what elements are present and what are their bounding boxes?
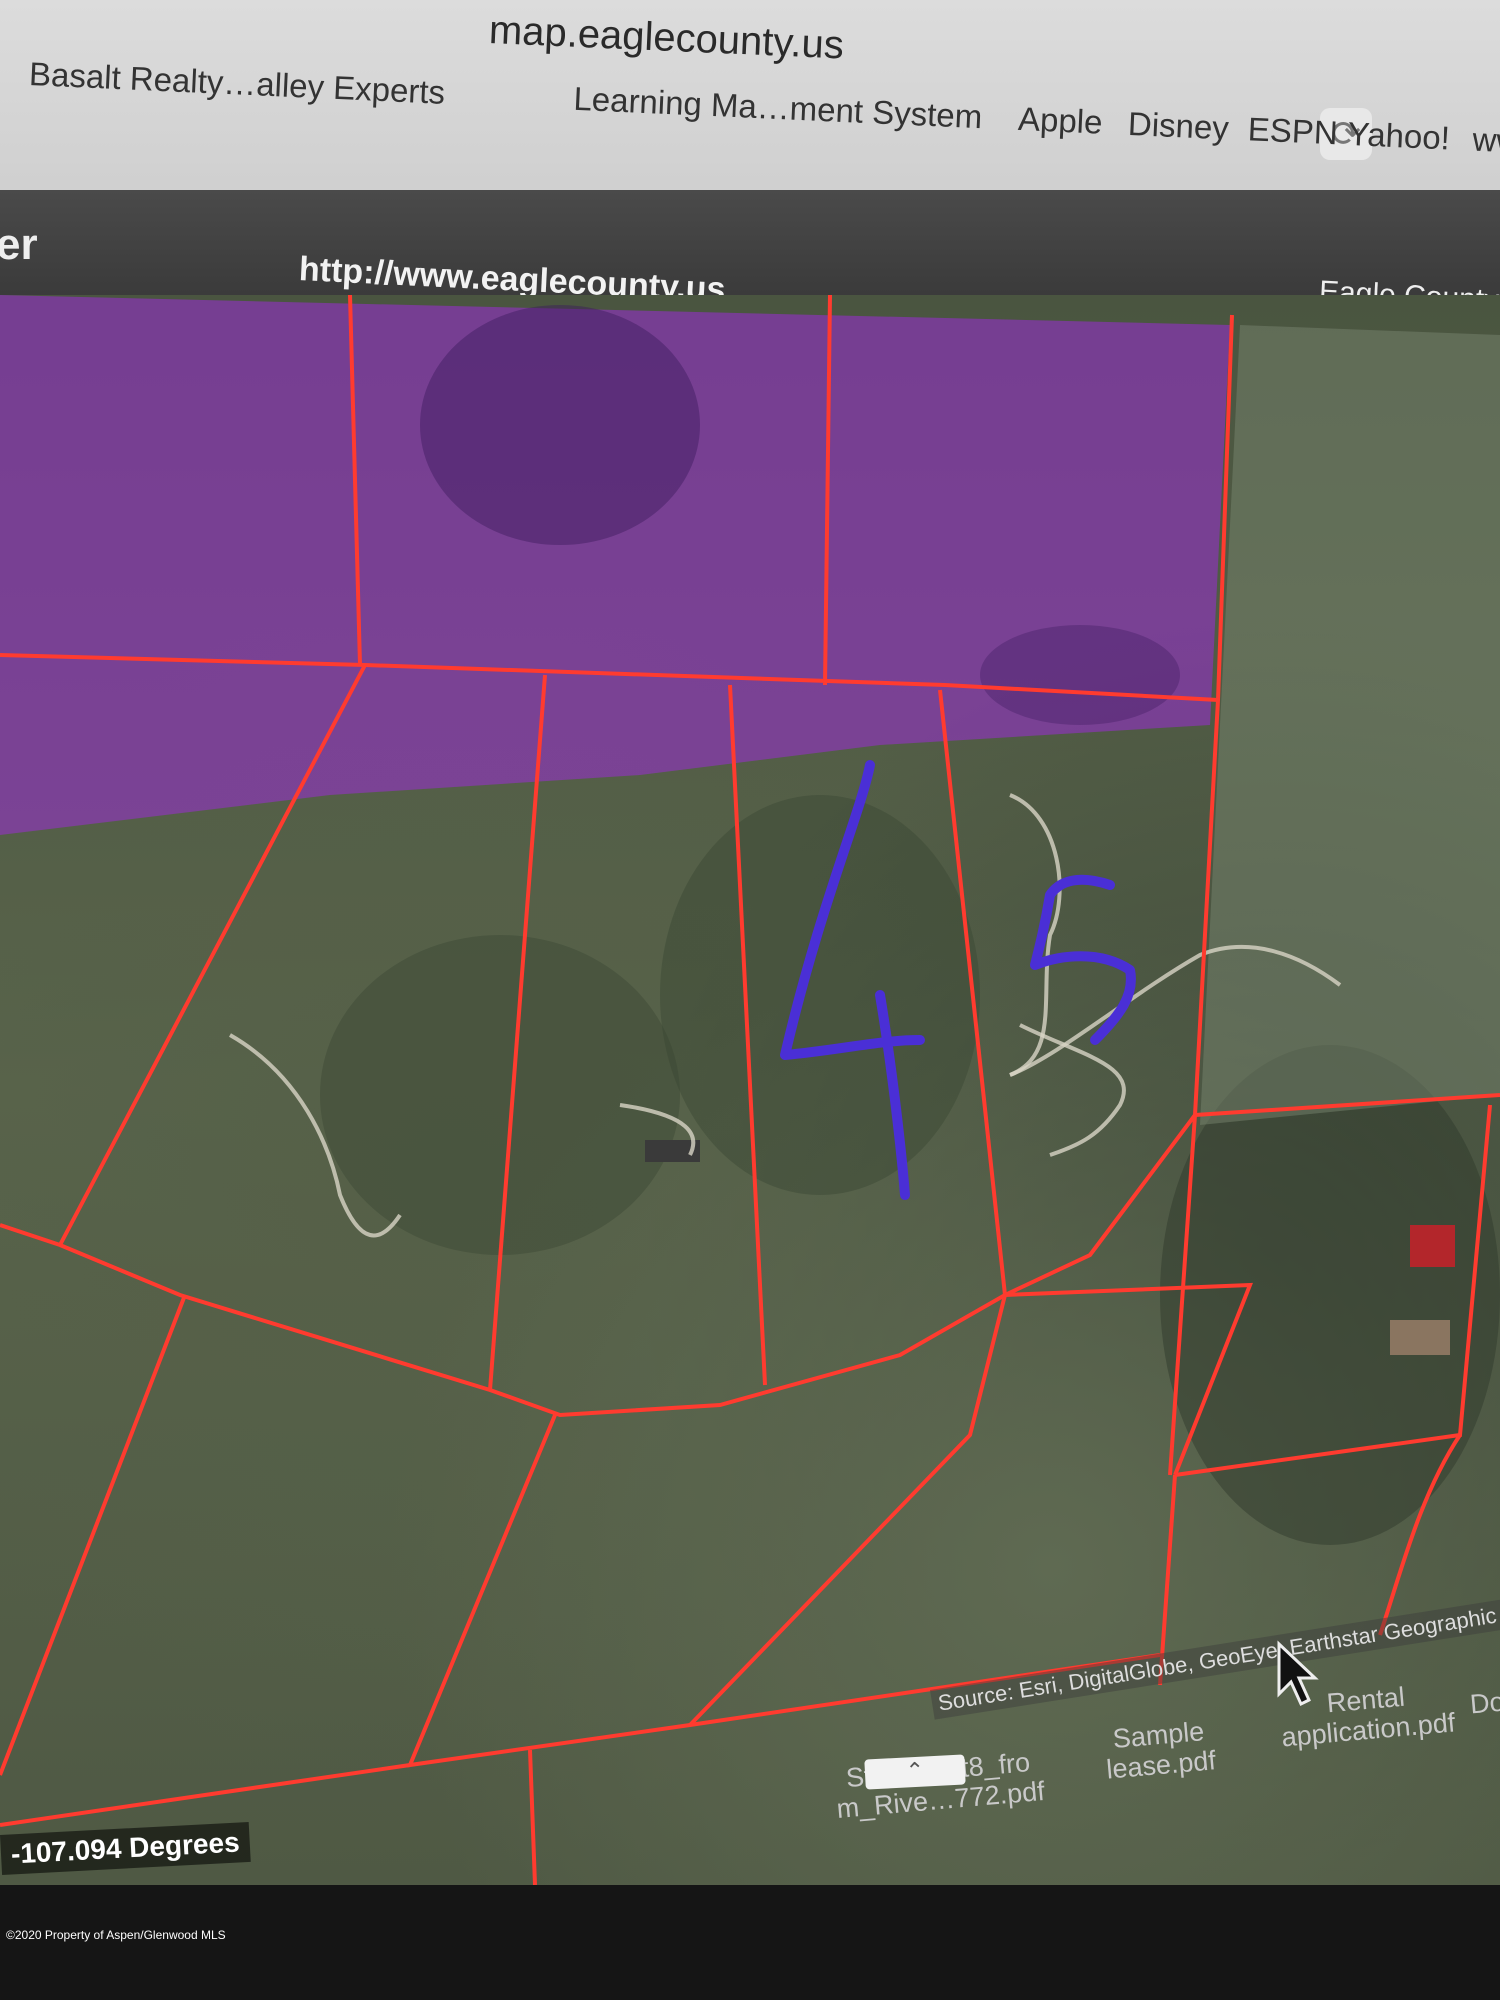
bookmark-more[interactable]: ww xyxy=(1472,121,1500,161)
monitor-bezel xyxy=(0,1885,1500,2000)
road xyxy=(1019,1023,1126,1157)
vegetation-patch xyxy=(420,305,700,545)
file-label: Do xyxy=(1468,1686,1500,1720)
bookmark-disney[interactable]: Disney xyxy=(1127,105,1229,148)
site-logo: er xyxy=(0,220,38,269)
bookmark-apple[interactable]: Apple xyxy=(1017,100,1103,142)
vegetation-patch xyxy=(320,935,680,1255)
bookmark-yahoo[interactable]: Yahoo! xyxy=(1347,115,1451,158)
collapse-chevron-icon[interactable]: ⌃ xyxy=(864,1754,966,1790)
vegetation-patch xyxy=(980,625,1180,725)
site-header: er http://www.eaglecounty.us Eagle Count… xyxy=(0,190,1500,319)
vegetation-patch xyxy=(660,795,980,1195)
parcel-line xyxy=(528,1749,537,1885)
parcel-line xyxy=(0,1294,187,1776)
bookmark-basalt-realty[interactable]: Basalt Realty…alley Experts xyxy=(28,55,446,112)
hillside xyxy=(1200,325,1500,1125)
address-bar[interactable]: map.eaglecounty.us xyxy=(488,8,845,68)
building xyxy=(1410,1225,1455,1267)
handwritten-5 xyxy=(1030,874,1136,1045)
bookmark-learning-management[interactable]: Learning Ma…ment System xyxy=(573,80,983,137)
browser-chrome: map.eaglecounty.us ⟳ Basalt Realty…alley… xyxy=(0,0,1500,200)
parcel-line xyxy=(0,1763,411,1827)
bookmark-espn[interactable]: ESPN xyxy=(1247,110,1338,152)
desktop-file-sample-lease[interactable]: Sample lease.pdf xyxy=(1103,1715,1217,1785)
desktop-file-partial[interactable]: Do xyxy=(1469,1687,1500,1720)
parcel-line xyxy=(406,1414,1161,1768)
building xyxy=(1390,1320,1450,1355)
copyright-watermark: ©2020 Property of Aspen/Glenwood MLS xyxy=(6,1928,226,1942)
mouse-cursor-icon xyxy=(1277,1640,1319,1707)
file-label: Sample lease.pdf xyxy=(1105,1716,1217,1785)
photo-of-screen: map.eaglecounty.us ⟳ Basalt Realty…alley… xyxy=(0,0,1500,2000)
